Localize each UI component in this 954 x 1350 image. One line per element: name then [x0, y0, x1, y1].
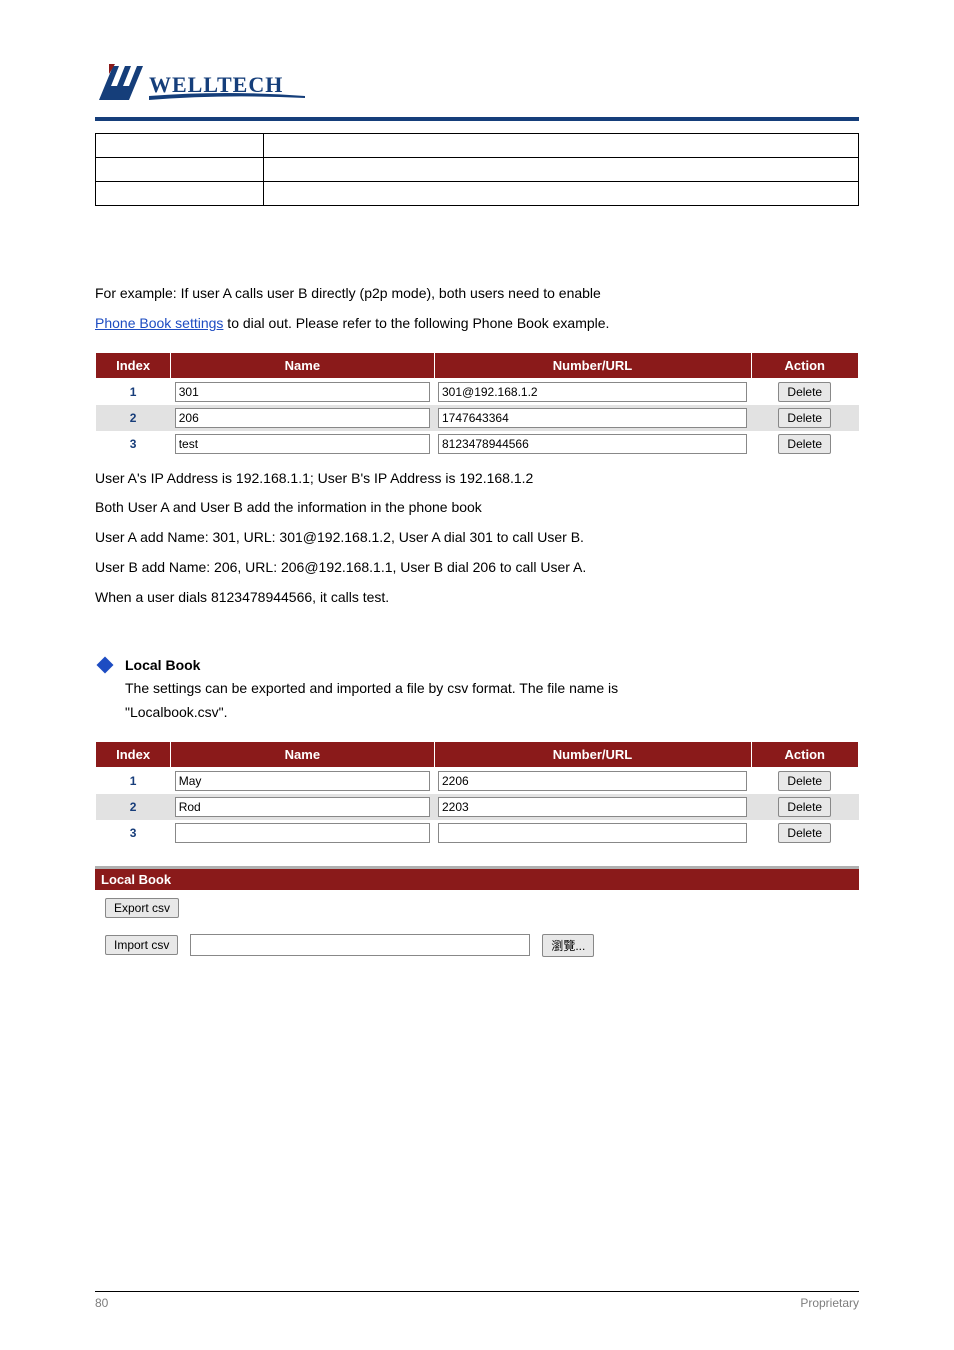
- col-header-url: Number/URL: [434, 741, 751, 767]
- phonebook-settings-link[interactable]: Phone Book settings: [95, 315, 223, 331]
- bullet-line: The settings can be exported and importe…: [125, 677, 618, 701]
- url-input[interactable]: [438, 823, 747, 843]
- name-input[interactable]: [175, 434, 430, 454]
- delete-button[interactable]: Delete: [778, 771, 831, 791]
- example-line-1: User A's IP Address is 192.168.1.1; User…: [95, 467, 859, 491]
- url-input[interactable]: [438, 408, 747, 428]
- page-number: 80: [95, 1296, 108, 1310]
- table-row: 3 Delete: [96, 820, 859, 846]
- file-path-input[interactable]: [190, 934, 530, 956]
- name-input[interactable]: [175, 797, 430, 817]
- logo: WELLTECH: [95, 60, 315, 106]
- table-row: 2 Delete: [96, 405, 859, 431]
- example-line-4: User B add Name: 206, URL: 206@192.168.1…: [95, 556, 859, 580]
- col-header-action: Action: [751, 741, 858, 767]
- info-table: [95, 133, 859, 206]
- table-row: 1 Delete: [96, 767, 859, 794]
- local-book-title: Local Book: [95, 869, 859, 890]
- name-input[interactable]: [175, 823, 430, 843]
- local-book-bullet: Local Book The settings can be exported …: [95, 654, 859, 725]
- paragraph-1: For example: If user A calls user B dire…: [95, 282, 859, 306]
- name-input[interactable]: [175, 382, 430, 402]
- bullet-title: Local Book: [125, 657, 200, 673]
- delete-button[interactable]: Delete: [778, 797, 831, 817]
- delete-button[interactable]: Delete: [778, 434, 831, 454]
- table-row: [96, 182, 859, 206]
- col-header-url: Number/URL: [434, 352, 751, 378]
- export-csv-button[interactable]: Export csv: [105, 898, 179, 918]
- footer-label: Proprietary: [800, 1296, 859, 1310]
- example-line-2: Both User A and User B add the informati…: [95, 496, 859, 520]
- col-header-name: Name: [171, 741, 434, 767]
- name-input[interactable]: [175, 771, 430, 791]
- url-input[interactable]: [438, 382, 747, 402]
- col-header-index: Index: [96, 352, 171, 378]
- phonebook-table-1: Index Name Number/URL Action 1 Delete 2: [95, 352, 859, 457]
- browse-button[interactable]: 瀏覽...: [542, 934, 594, 957]
- example-line-5: When a user dials 8123478944566, it call…: [95, 586, 859, 610]
- name-input[interactable]: [175, 408, 430, 428]
- table-row: [96, 158, 859, 182]
- table-row: 1 Delete: [96, 378, 859, 405]
- col-header-name: Name: [171, 352, 434, 378]
- paragraph-1b: Phone Book settings to dial out. Please …: [95, 312, 859, 336]
- table-row: 2 Delete: [96, 794, 859, 820]
- delete-button[interactable]: Delete: [778, 408, 831, 428]
- diamond-icon: [97, 656, 114, 673]
- bullet-line: "Localbook.csv".: [125, 701, 618, 725]
- col-header-index: Index: [96, 741, 171, 767]
- url-input[interactable]: [438, 771, 747, 791]
- url-input[interactable]: [438, 434, 747, 454]
- header-bar: WELLTECH: [95, 60, 859, 121]
- phonebook-table-2: Index Name Number/URL Action 1 Delete 2: [95, 741, 859, 846]
- delete-button[interactable]: Delete: [778, 823, 831, 843]
- delete-button[interactable]: Delete: [778, 382, 831, 402]
- col-header-action: Action: [751, 352, 858, 378]
- table-row: [96, 134, 859, 158]
- local-book-panel: Local Book Export csv Import csv 瀏覽...: [95, 866, 859, 965]
- table-row: 3 Delete: [96, 431, 859, 457]
- example-line-3: User A add Name: 301, URL: 301@192.168.1…: [95, 526, 859, 550]
- import-csv-button[interactable]: Import csv: [105, 935, 178, 955]
- url-input[interactable]: [438, 797, 747, 817]
- page-footer: 80 Proprietary: [95, 1291, 859, 1310]
